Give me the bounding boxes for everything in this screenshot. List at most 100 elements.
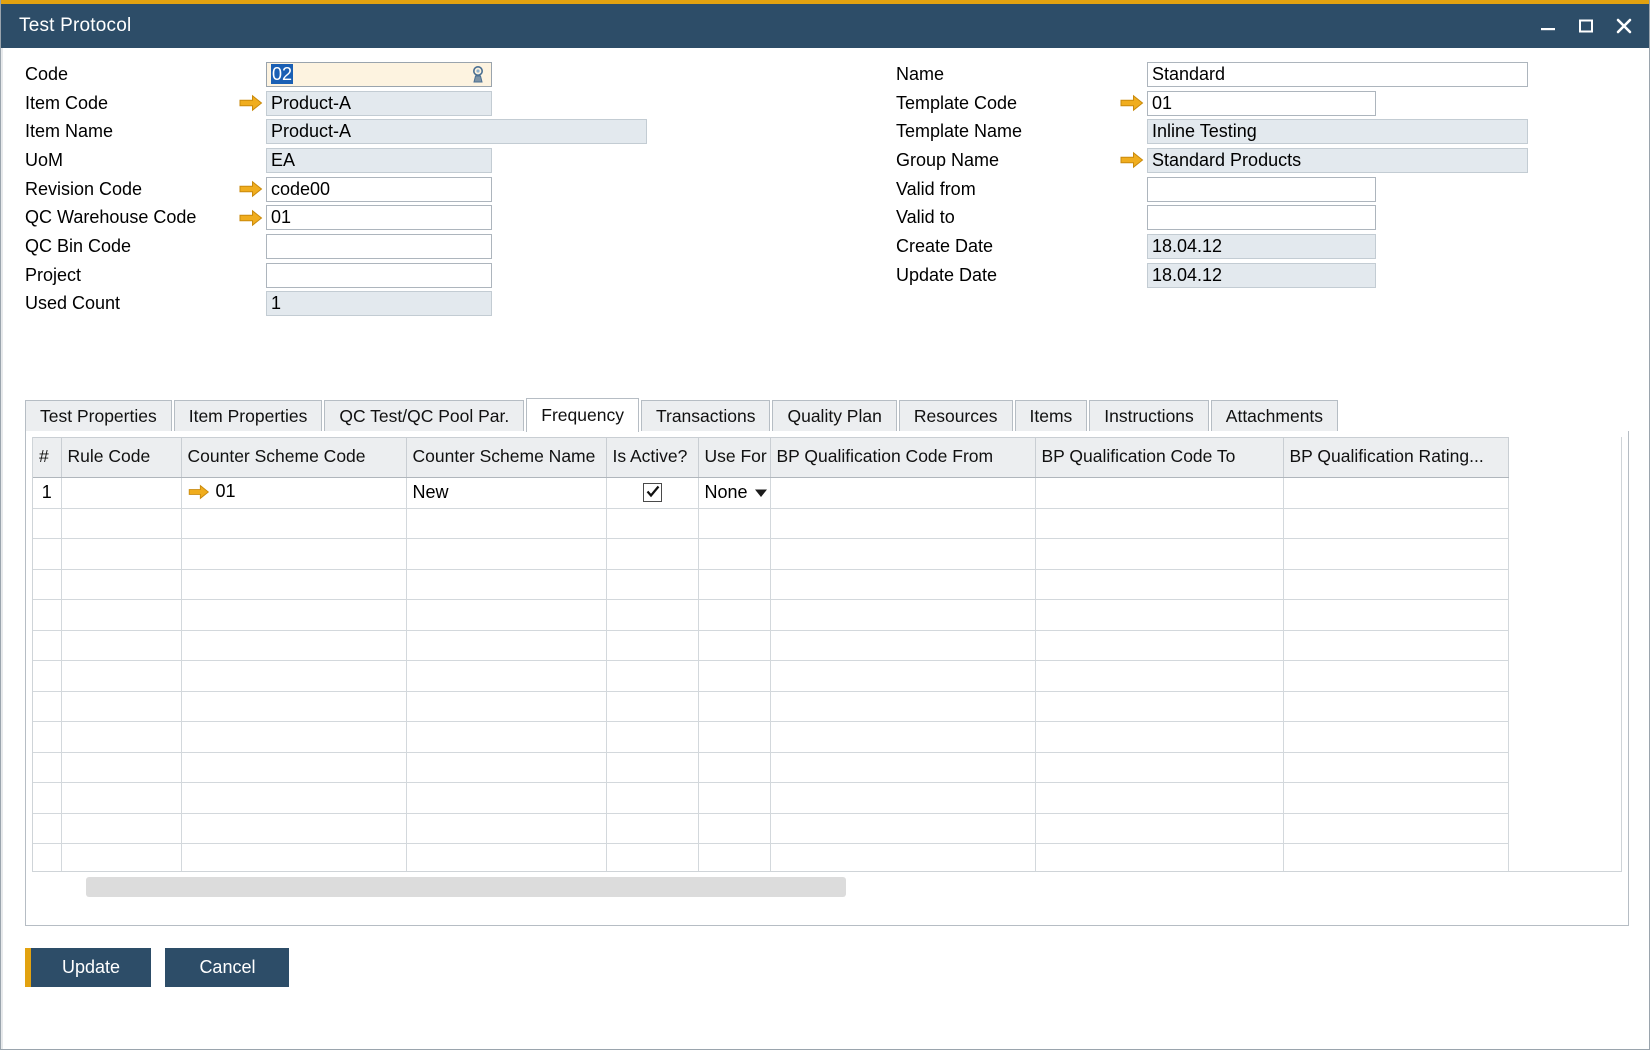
table-row-empty[interactable] — [33, 569, 1508, 600]
table-row-empty[interactable] — [33, 783, 1508, 814]
qc-warehouse-code-link-arrow-icon[interactable] — [238, 207, 264, 229]
rule-code-cell[interactable] — [61, 478, 181, 509]
empty-cell[interactable] — [33, 630, 61, 661]
empty-cell[interactable] — [181, 844, 406, 873]
bp-qualification-code-from-cell[interactable] — [770, 478, 1035, 509]
empty-cell[interactable] — [61, 752, 181, 783]
row-link-arrow-icon[interactable] — [188, 484, 210, 505]
counter-scheme-name-cell[interactable]: New — [406, 478, 606, 509]
tab-resources[interactable]: Resources — [899, 400, 1013, 432]
empty-cell[interactable] — [33, 508, 61, 539]
grid-header-csn[interactable]: Counter Scheme Name — [406, 438, 606, 478]
empty-cell[interactable] — [61, 691, 181, 722]
empty-cell[interactable] — [698, 569, 770, 600]
empty-cell[interactable] — [1283, 508, 1508, 539]
empty-cell[interactable] — [61, 600, 181, 631]
empty-cell[interactable] — [33, 600, 61, 631]
empty-cell[interactable] — [181, 661, 406, 692]
name-input[interactable]: Standard — [1147, 62, 1528, 87]
empty-cell[interactable] — [1035, 539, 1283, 570]
empty-cell[interactable] — [61, 722, 181, 753]
update-date-input[interactable]: 18.04.12 — [1147, 263, 1376, 288]
grid-header-usefor[interactable]: Use For — [698, 438, 770, 478]
table-row-empty[interactable] — [33, 630, 1508, 661]
chevron-down-icon[interactable] — [754, 482, 768, 503]
bp-qualification-code-to-cell[interactable] — [1035, 478, 1283, 509]
empty-cell[interactable] — [33, 844, 61, 873]
empty-cell[interactable] — [1283, 844, 1508, 873]
table-row-empty[interactable] — [33, 508, 1508, 539]
empty-cell[interactable] — [770, 783, 1035, 814]
grid-header-active[interactable]: Is Active? — [606, 438, 698, 478]
empty-cell[interactable] — [698, 752, 770, 783]
empty-cell[interactable] — [1035, 783, 1283, 814]
empty-cell[interactable] — [606, 691, 698, 722]
empty-cell[interactable] — [1283, 539, 1508, 570]
empty-cell[interactable] — [770, 844, 1035, 873]
table-row[interactable]: 1 01New None — [33, 478, 1508, 509]
grid-header-bprate[interactable]: BP Qualification Rating... — [1283, 438, 1508, 478]
tab-item-properties[interactable]: Item Properties — [174, 400, 323, 432]
item-code-link-arrow-icon[interactable] — [238, 92, 264, 114]
item-code-input[interactable]: Product-A — [266, 91, 492, 116]
tab-test-properties[interactable]: Test Properties — [25, 400, 172, 432]
empty-cell[interactable] — [770, 600, 1035, 631]
empty-cell[interactable] — [1283, 600, 1508, 631]
empty-cell[interactable] — [1035, 508, 1283, 539]
counter-scheme-code-cell[interactable]: 01 — [181, 478, 406, 509]
is-active-checkbox[interactable] — [643, 483, 662, 502]
grid-horizontal-scrollbar-thumb[interactable] — [86, 877, 846, 897]
empty-cell[interactable] — [1035, 722, 1283, 753]
row-number-cell[interactable]: 1 — [33, 478, 61, 509]
group-name-input[interactable]: Standard Products — [1147, 148, 1528, 173]
empty-cell[interactable] — [181, 600, 406, 631]
empty-cell[interactable] — [698, 661, 770, 692]
tab-qc-test-qc-pool-par[interactable]: QC Test/QC Pool Par. — [324, 400, 524, 432]
empty-cell[interactable] — [698, 844, 770, 873]
tab-items[interactable]: Items — [1015, 400, 1088, 432]
empty-cell[interactable] — [770, 539, 1035, 570]
empty-cell[interactable] — [606, 752, 698, 783]
empty-cell[interactable] — [698, 600, 770, 631]
empty-cell[interactable] — [181, 539, 406, 570]
empty-cell[interactable] — [181, 691, 406, 722]
grid-header-bpto[interactable]: BP Qualification Code To — [1035, 438, 1283, 478]
empty-cell[interactable] — [606, 813, 698, 844]
empty-cell[interactable] — [61, 661, 181, 692]
code-input[interactable]: 02 — [266, 62, 492, 87]
empty-cell[interactable] — [61, 539, 181, 570]
empty-cell[interactable] — [406, 539, 606, 570]
is-active-cell[interactable] — [606, 478, 698, 509]
empty-cell[interactable] — [181, 813, 406, 844]
empty-cell[interactable] — [606, 661, 698, 692]
empty-cell[interactable] — [698, 630, 770, 661]
empty-cell[interactable] — [1283, 569, 1508, 600]
value-picker-icon[interactable] — [469, 65, 487, 85]
empty-cell[interactable] — [770, 722, 1035, 753]
empty-cell[interactable] — [606, 600, 698, 631]
empty-cell[interactable] — [181, 722, 406, 753]
empty-cell[interactable] — [1035, 691, 1283, 722]
table-row-empty[interactable] — [33, 813, 1508, 844]
empty-cell[interactable] — [770, 813, 1035, 844]
empty-cell[interactable] — [1283, 630, 1508, 661]
empty-cell[interactable] — [406, 722, 606, 753]
use-for-cell[interactable]: None — [698, 478, 770, 509]
minimize-button[interactable] — [1529, 6, 1567, 46]
empty-cell[interactable] — [61, 844, 181, 873]
empty-cell[interactable] — [181, 630, 406, 661]
grid-header-num[interactable]: # — [33, 438, 61, 478]
tab-instructions[interactable]: Instructions — [1089, 400, 1208, 432]
empty-cell[interactable] — [606, 508, 698, 539]
cancel-button[interactable]: Cancel — [165, 948, 289, 987]
empty-cell[interactable] — [33, 813, 61, 844]
empty-cell[interactable] — [181, 783, 406, 814]
maximize-button[interactable] — [1567, 6, 1605, 46]
uom-input[interactable]: EA — [266, 148, 492, 173]
empty-cell[interactable] — [33, 661, 61, 692]
empty-cell[interactable] — [406, 783, 606, 814]
tab-quality-plan[interactable]: Quality Plan — [772, 400, 896, 432]
empty-cell[interactable] — [1283, 722, 1508, 753]
empty-cell[interactable] — [181, 569, 406, 600]
empty-cell[interactable] — [406, 813, 606, 844]
